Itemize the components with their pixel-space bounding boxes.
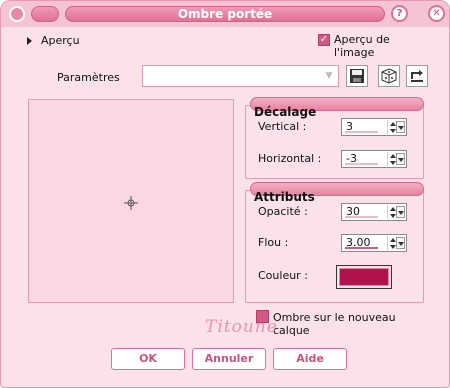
save-preset-button[interactable] [346,65,368,87]
shadow-color-fill [339,268,389,286]
shadow-color-swatch[interactable] [336,265,392,289]
pan-cursor-icon [124,196,138,210]
vertical-spinbox[interactable]: 3 [341,118,407,136]
window-menu-icon[interactable] [9,6,25,22]
save-icon [350,69,364,83]
preview-on-image-label: Aperçu de l'image [334,33,390,59]
expand-triangle-icon [27,37,32,45]
title-bar: Ombre portée ? ✕ [1,1,449,27]
help-button[interactable]: Aide [273,348,347,370]
opacity-spinbox[interactable]: 30 [341,203,407,221]
help-icon[interactable]: ? [391,5,408,22]
attributes-group: Attributs Opacité : 30 Flou : 3.00 Coule… [245,182,424,303]
new-layer-option[interactable]: Ombre sur le nouveau calque [256,310,431,337]
ok-button[interactable]: OK [111,348,185,370]
horizontal-spinbox[interactable]: -3 [341,150,407,168]
color-label: Couleur : [258,269,308,282]
blur-dropdown-icon[interactable] [396,237,405,249]
preview-on-image-option[interactable]: ✓ Aperçu de l'image [318,32,433,59]
horizontal-dropdown-icon[interactable] [396,153,405,165]
divider [410,5,424,22]
params-dropdown[interactable]: ▼ [142,65,339,87]
shadow-dialog: Ombre portée ? ✕ Aperçu ✓ Aperçu de l'im… [0,0,450,388]
new-layer-label: Ombre sur le nouveau calque [273,311,396,337]
offset-group-title: Décalage [254,105,317,119]
dice-icon [381,68,397,84]
horizontal-label: Horizontal : [258,152,322,165]
preview-on-image-checkbox[interactable]: ✓ [318,34,330,46]
reset-button[interactable] [406,65,428,87]
preview-toggle-label: Aperçu [41,34,80,47]
title-bar-handle[interactable] [31,6,59,22]
chevron-down-icon[interactable]: ▼ [322,68,336,84]
vertical-dropdown-icon[interactable] [396,121,405,133]
opacity-label: Opacité : [258,205,308,218]
horizontal-slider-track[interactable] [345,163,378,165]
offset-group: Décalage Vertical : 3 Horizontal : -3 [245,97,424,179]
random-button[interactable] [378,65,400,87]
window-title: Ombre portée [65,6,385,22]
vertical-label: Vertical : [258,120,307,133]
opacity-slider-track[interactable] [345,216,378,218]
cancel-button[interactable]: Annuler [192,348,266,370]
close-icon[interactable]: ✕ [428,5,445,22]
opacity-dropdown-icon[interactable] [396,206,405,218]
reset-icon [411,70,423,82]
preview-toggle[interactable]: Aperçu [27,34,87,48]
blur-spinbox[interactable]: 3.00 [341,234,407,252]
params-label: Paramètres [57,71,120,84]
author-signature: Titoune [205,317,278,337]
preview-area[interactable] [28,99,234,303]
attributes-group-title: Attributs [254,190,315,204]
vertical-slider-track[interactable] [345,131,378,133]
blur-slider-track[interactable] [345,247,378,249]
blur-label: Flou : [258,236,289,249]
